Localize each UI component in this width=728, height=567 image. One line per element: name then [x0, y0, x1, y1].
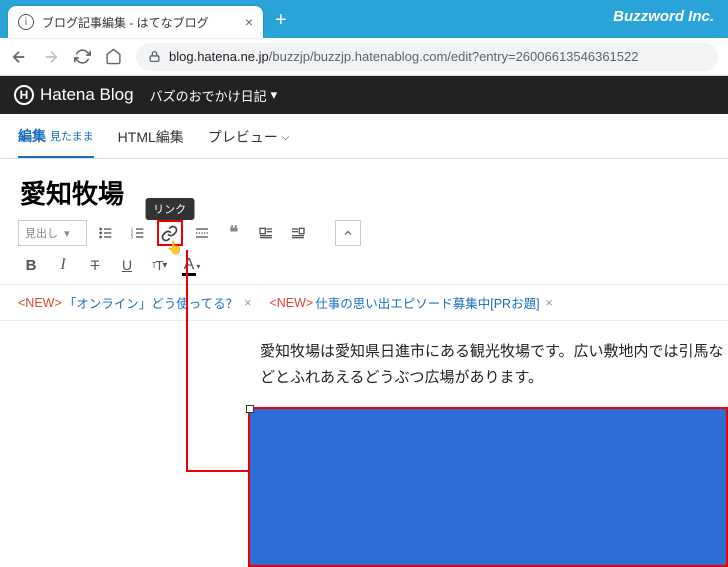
close-icon[interactable]: × — [244, 296, 251, 310]
readmore-button[interactable] — [189, 220, 215, 246]
underline-button[interactable]: U — [114, 252, 140, 278]
svg-text:3: 3 — [130, 234, 133, 239]
editor-body[interactable]: 愛知牧場は愛知県日進市にある観光牧場です。広い敷地内では引馬などとふれあえるどう… — [0, 321, 728, 398]
align-left-button[interactable] — [253, 220, 279, 246]
address-bar: blog.hatena.ne.jp/buzzjp/buzzjp.hatenabl… — [0, 38, 728, 76]
chevron-down-icon: ▾ — [271, 87, 278, 103]
lock-icon — [148, 50, 161, 63]
editor-toolbar: 見出し ▾ 123 リンク 👆 ❝ B I T U TT▾ A▾ — [0, 220, 728, 278]
collapse-button[interactable] — [335, 220, 361, 246]
new-tab-button[interactable]: + — [275, 9, 287, 32]
tab-edit[interactable]: 編集 見たまま — [18, 126, 94, 158]
tab-favicon-icon: i — [18, 14, 34, 30]
notice-item[interactable]: <NEW> 仕事の思い出エピソード募集中[PRお題] × — [269, 293, 552, 312]
browser-tab-strip: i ブログ記事編集 - はてなブログ × + Buzzword Inc. — [0, 0, 728, 38]
reload-button[interactable] — [74, 48, 91, 65]
hatena-header: H Hatena Blog バズのおでかけ日記 ▾ — [0, 76, 728, 114]
hatena-brand-text: Hatena Blog — [40, 85, 134, 105]
hatena-logo[interactable]: H Hatena Blog — [14, 85, 134, 105]
strike-button[interactable]: T — [82, 252, 108, 278]
fontcolor-button[interactable]: A▾ — [178, 252, 204, 278]
editor-tabs: 編集 見たまま HTML編集 プレビュー ⌵ — [0, 114, 728, 159]
link-button[interactable]: リンク 👆 — [157, 220, 183, 246]
blog-name-dropdown[interactable]: バズのおでかけ日記 ▾ — [150, 86, 278, 105]
ul-button[interactable] — [93, 220, 119, 246]
body-paragraph[interactable]: 愛知牧場は愛知県日進市にある観光牧場です。広い敷地内では引馬などとふれあえるどう… — [0, 321, 728, 398]
quote-button[interactable]: ❝ — [221, 220, 247, 246]
link-tooltip: リンク — [145, 198, 194, 220]
home-button[interactable] — [105, 48, 122, 65]
bold-button[interactable]: B — [18, 252, 44, 278]
forward-button[interactable] — [42, 48, 60, 66]
align-right-button[interactable] — [285, 220, 311, 246]
fontsize-button[interactable]: TT▾ — [146, 252, 172, 278]
browser-tab[interactable]: i ブログ記事編集 - はてなブログ × — [8, 6, 263, 38]
annotation-line — [186, 470, 250, 472]
hatena-logo-icon: H — [14, 85, 34, 105]
italic-button[interactable]: I — [50, 252, 76, 278]
close-icon[interactable]: × — [245, 14, 253, 30]
url-text: blog.hatena.ne.jp/buzzjp/buzzjp.hatenabl… — [169, 49, 638, 64]
tab-preview[interactable]: プレビュー ⌵ — [208, 127, 290, 157]
notice-bar: <NEW> 「オンライン」どう使ってる？ × <NEW> 仕事の思い出エピソード… — [0, 284, 728, 321]
close-icon[interactable]: × — [546, 296, 553, 310]
tab-title: ブログ記事編集 - はてなブログ — [42, 14, 239, 31]
resize-handle[interactable] — [246, 405, 254, 413]
url-field[interactable]: blog.hatena.ne.jp/buzzjp/buzzjp.hatenabl… — [136, 43, 718, 71]
ol-button[interactable]: 123 — [125, 220, 151, 246]
company-label: Buzzword Inc. — [613, 8, 714, 25]
back-button[interactable] — [10, 48, 28, 66]
annotation-line — [186, 250, 188, 472]
tab-html[interactable]: HTML編集 — [118, 127, 184, 157]
notice-item[interactable]: <NEW> 「オンライン」どう使ってる？ × — [18, 293, 251, 312]
chevron-down-icon: ⌵ — [282, 132, 290, 143]
selected-image[interactable] — [248, 407, 728, 567]
title-input[interactable] — [18, 173, 710, 212]
heading-select[interactable]: 見出し ▾ — [18, 220, 87, 246]
post-title-field[interactable] — [18, 173, 710, 212]
